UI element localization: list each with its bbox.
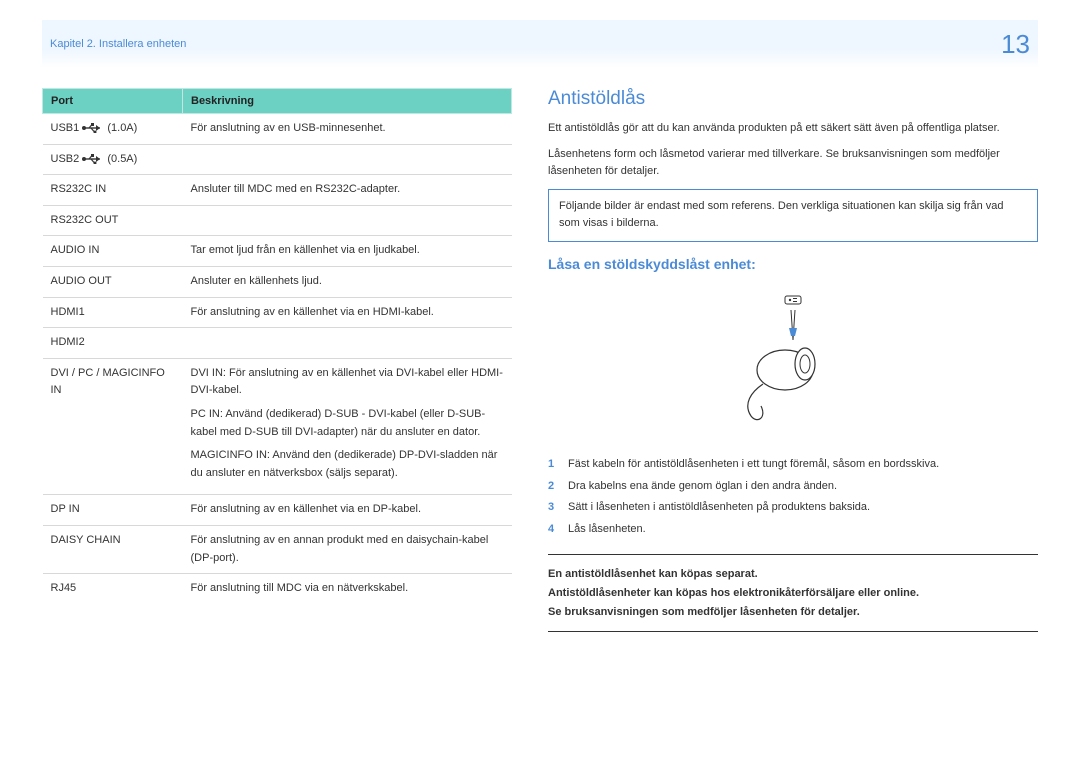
port-cell: USB1 (1.0A)	[43, 114, 183, 145]
step-text: Dra kabelns ena ände genom öglan i den a…	[568, 478, 837, 496]
breadcrumb: Kapitel 2. Installera enheten	[50, 38, 186, 50]
table-header-port: Port	[43, 89, 183, 114]
steps-list: 1 Fäst kabeln för antistöldlåsenheten i e…	[548, 456, 1038, 538]
lock-illustration	[548, 292, 1038, 432]
table-row: USB1 (1.0A)För anslutning av en USB-minn…	[43, 114, 512, 145]
note-line-1: En antistöldlåsenhet kan köpas separat.	[548, 565, 1038, 584]
desc-cell: DVI IN: För anslutning av en källenhet v…	[183, 358, 512, 495]
desc-cell	[183, 144, 512, 175]
sub-section-title: Låsa en stöldskyddslåst enhet:	[548, 256, 1038, 272]
step-number: 2	[548, 478, 560, 496]
list-item: 3 Sätt i låsenheten i antistöldlåsenheten…	[548, 499, 1038, 517]
desc-cell: Tar emot ljud från en källenhet via en l…	[183, 236, 512, 267]
note-line-3: Se bruksanvisningen som medföljer låsenh…	[548, 603, 1038, 622]
table-row: AUDIO OUTAnsluter en källenhets ljud.	[43, 266, 512, 297]
desc-cell: För anslutning av en annan produkt med e…	[183, 525, 512, 573]
table-row: HDMI1För anslutning av en källenhet via …	[43, 297, 512, 328]
port-cell: RJ45	[43, 574, 183, 604]
desc-cell	[183, 205, 512, 236]
table-row: DAISY CHAINFör anslutning av en annan pr…	[43, 525, 512, 573]
desc-cell: Ansluter till MDC med en RS232C-adapter.	[183, 175, 512, 206]
page-number: 13	[1001, 29, 1030, 60]
table-row: RJ45För anslutning till MDC via en nätve…	[43, 574, 512, 604]
port-cell: DP IN	[43, 495, 183, 526]
intro-paragraph-2: Låsenhetens form och låsmetod varierar m…	[548, 146, 1038, 181]
port-cell: HDMI1	[43, 297, 183, 328]
note-line-2: Antistöldlåsenheter kan köpas hos elektr…	[548, 584, 1038, 603]
table-row: DVI / PC / MAGICINFO INDVI IN: För anslu…	[43, 358, 512, 495]
table-row: RS232C INAnsluter till MDC med en RS232C…	[43, 175, 512, 206]
port-cell: USB2 (0.5A)	[43, 144, 183, 175]
step-text: Fäst kabeln för antistöldlåsenheten i et…	[568, 456, 939, 474]
table-row: AUDIO INTar emot ljud från en källenhet …	[43, 236, 512, 267]
port-cell: AUDIO OUT	[43, 266, 183, 297]
list-item: 1 Fäst kabeln för antistöldlåsenheten i e…	[548, 456, 1038, 474]
manual-page: Kapitel 2. Installera enheten 13 Port Be…	[0, 0, 1080, 763]
port-cell: RS232C OUT	[43, 205, 183, 236]
desc-cell: För anslutning av en USB-minnesenhet.	[183, 114, 512, 145]
step-number: 1	[548, 456, 560, 474]
step-text: Lås låsenheten.	[568, 521, 646, 539]
desc-cell	[183, 328, 512, 359]
desc-cell: För anslutning av en källenhet via en HD…	[183, 297, 512, 328]
list-item: 4 Lås låsenheten.	[548, 521, 1038, 539]
port-table: Port Beskrivning USB1 (1.0A)För anslutni…	[42, 88, 512, 604]
port-cell: RS232C IN	[43, 175, 183, 206]
desc-cell: Ansluter en källenhets ljud.	[183, 266, 512, 297]
table-row: HDMI2	[43, 328, 512, 359]
purchase-note-box: En antistöldlåsenhet kan köpas separat. …	[548, 554, 1038, 632]
table-header-desc: Beskrivning	[183, 89, 512, 114]
step-number: 4	[548, 521, 560, 539]
content-columns: Port Beskrivning USB1 (1.0A)För anslutni…	[42, 88, 1038, 632]
desc-cell: För anslutning av en källenhet via en DP…	[183, 495, 512, 526]
port-cell: HDMI2	[43, 328, 183, 359]
port-cell: AUDIO IN	[43, 236, 183, 267]
left-column: Port Beskrivning USB1 (1.0A)För anslutni…	[42, 88, 512, 632]
page-header: Kapitel 2. Installera enheten 13	[42, 20, 1038, 68]
list-item: 2 Dra kabelns ena ände genom öglan i den …	[548, 478, 1038, 496]
desc-cell: För anslutning till MDC via en nätverksk…	[183, 574, 512, 604]
table-row: RS232C OUT	[43, 205, 512, 236]
step-text: Sätt i låsenheten i antistöldlåsenheten …	[568, 499, 870, 517]
reference-note-box: Följande bilder är endast med som refere…	[548, 189, 1038, 242]
step-number: 3	[548, 499, 560, 517]
intro-paragraph-1: Ett antistöldlås gör att du kan använda …	[548, 120, 1038, 138]
port-cell: DVI / PC / MAGICINFO IN	[43, 358, 183, 495]
table-row: DP INFör anslutning av en källenhet via …	[43, 495, 512, 526]
table-row: USB2 (0.5A)	[43, 144, 512, 175]
right-column: Antistöldlås Ett antistöldlås gör att du…	[548, 88, 1038, 632]
port-cell: DAISY CHAIN	[43, 525, 183, 573]
section-title: Antistöldlås	[548, 88, 1038, 110]
